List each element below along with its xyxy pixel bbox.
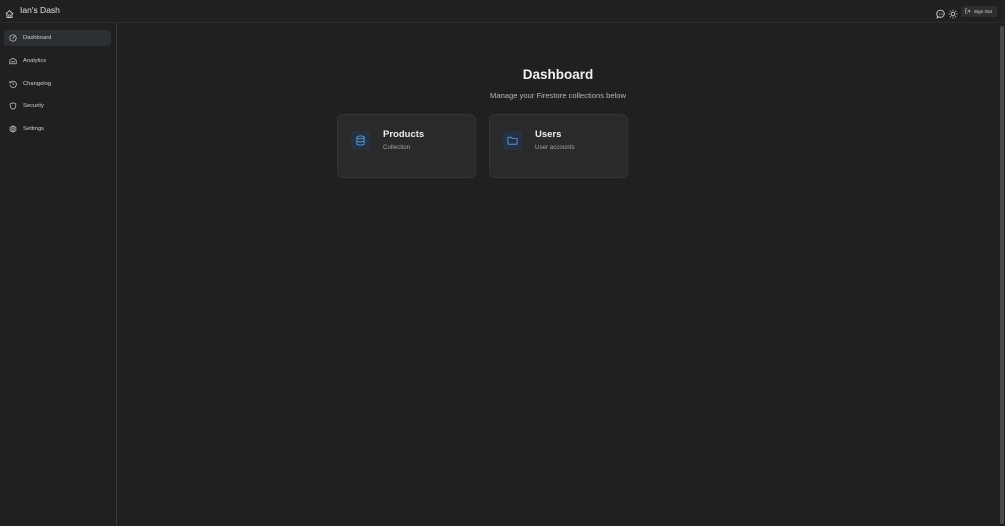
folder-icon [503, 131, 522, 150]
sign-out-button[interactable]: Sign Out [961, 6, 997, 17]
sidebar-item-settings[interactable]: Settings [4, 121, 111, 137]
page-subtitle: Manage your Firestore collections below [490, 91, 626, 100]
sidebar-item-security[interactable]: Security [4, 98, 111, 114]
collection-card-products[interactable]: Products Collection [337, 114, 476, 178]
app-title: Ian's Dash [20, 5, 60, 15]
sun-icon[interactable] [948, 6, 958, 19]
sidebar-item-dashboard[interactable]: Dashboard [4, 30, 111, 46]
history-icon [9, 80, 17, 88]
sidebar: Dashboard Analytics Changelog Security S… [0, 23, 117, 526]
sidebar-item-analytics[interactable]: Analytics [4, 53, 111, 69]
sidebar-item-label: Dashboard [23, 35, 52, 41]
database-icon [351, 131, 370, 150]
sidebar-item-label: Changelog [23, 81, 52, 87]
analytics-icon [9, 57, 17, 65]
top-bar: Ian's Dash Sign Out [0, 0, 1005, 23]
sidebar-item-label: Settings [23, 126, 44, 132]
message-icon[interactable] [936, 6, 946, 19]
scrollbar[interactable] [999, 24, 1005, 526]
home-icon[interactable] [5, 6, 14, 19]
gear-icon [9, 125, 17, 133]
logout-icon [965, 8, 971, 15]
sign-out-label: Sign Out [974, 9, 992, 14]
card-title: Users [535, 129, 562, 140]
sidebar-item-label: Analytics [23, 58, 47, 64]
scrollbar-thumb[interactable] [1000, 26, 1004, 524]
main-content: Dashboard Manage your Firestore collecti… [118, 24, 998, 526]
sidebar-item-label: Security [23, 103, 44, 109]
shield-icon [9, 102, 17, 110]
card-subtitle: Collection [383, 144, 411, 151]
card-title: Products [383, 129, 425, 140]
page-title: Dashboard [522, 67, 594, 82]
dashboard-icon [9, 34, 17, 42]
collection-card-users[interactable]: Users User accounts [489, 114, 628, 178]
sidebar-item-changelog[interactable]: Changelog [4, 76, 111, 92]
card-subtitle: User accounts [535, 144, 575, 151]
